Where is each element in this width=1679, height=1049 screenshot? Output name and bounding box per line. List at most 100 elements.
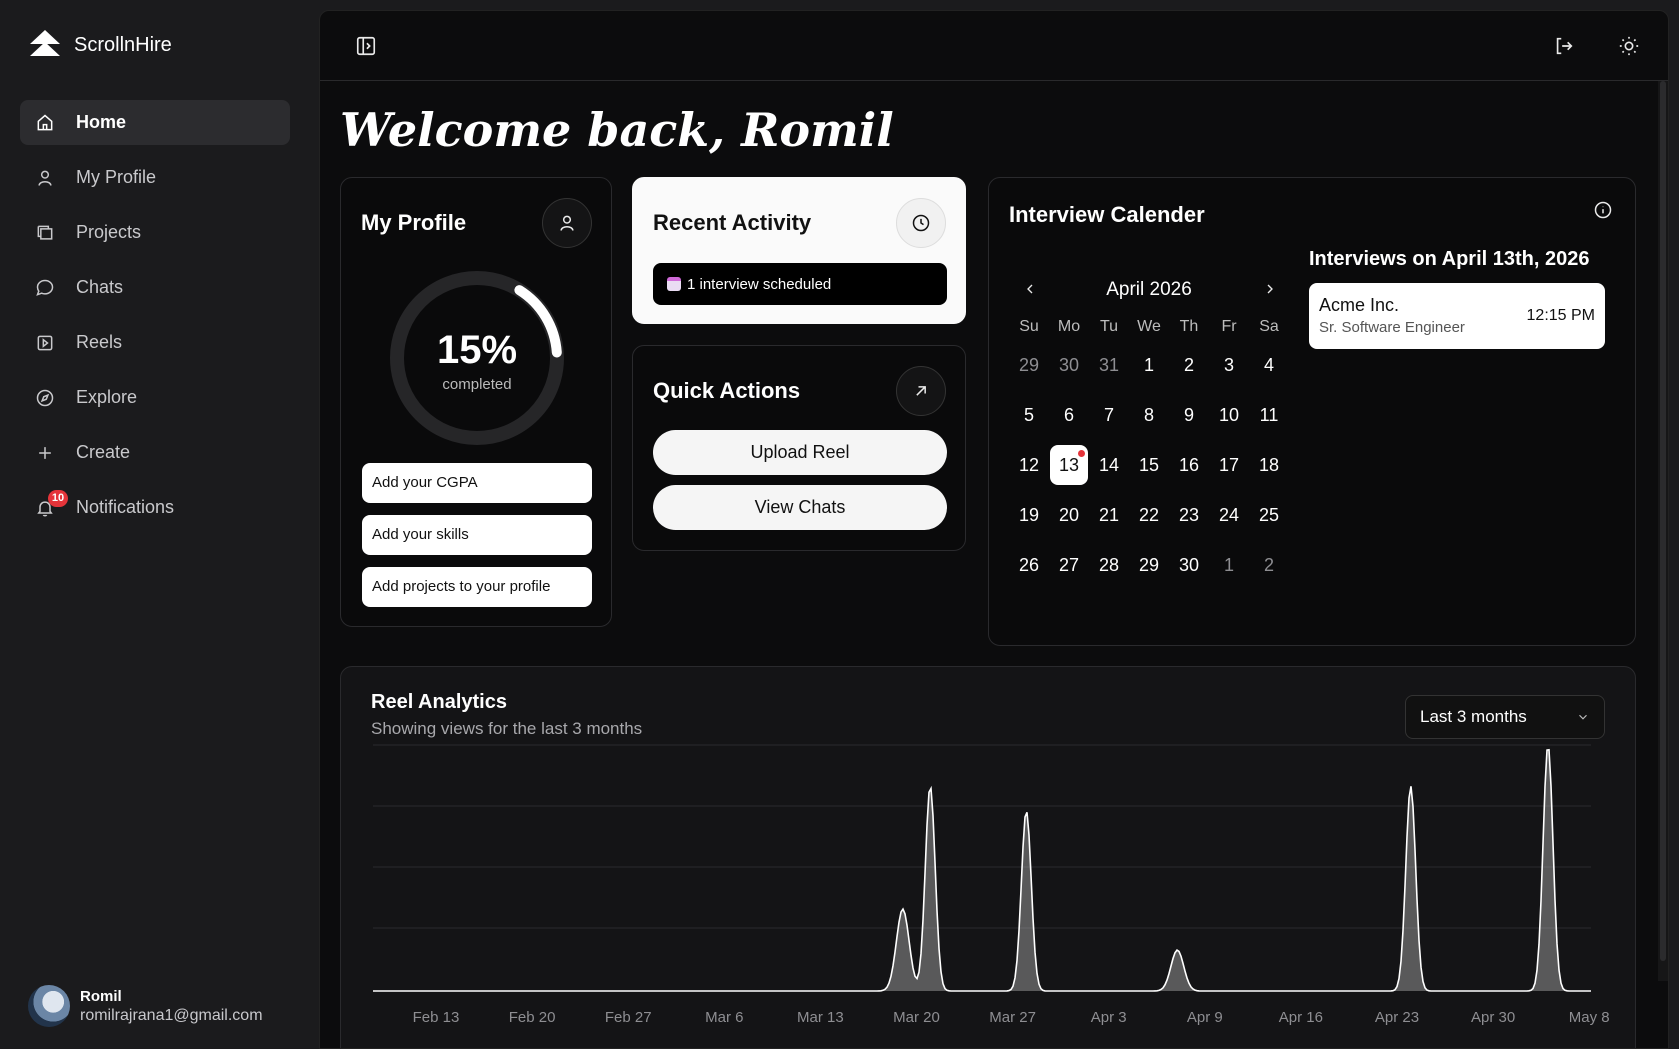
x-tick-label: Apr 23 [1375,1009,1419,1026]
clock-icon [912,214,930,232]
calendar-info-button[interactable] [1591,198,1615,222]
chat-icon [34,277,56,299]
weekday: Mo [1057,318,1081,335]
calendar-day[interactable]: 28 [1089,555,1129,576]
calendar-day[interactable]: 2 [1169,355,1209,376]
calendar-day[interactable]: 22 [1129,505,1169,526]
logout-button[interactable] [1551,33,1577,59]
calendar-grid: Su Mo Tu We Th Fr Sa 29 30 31 1 2 3 4 5 6 7 8 9 10 11… [1009,318,1289,590]
time-range-select[interactable]: Last 3 months [1405,695,1605,739]
theme-toggle-button[interactable] [1616,33,1642,59]
interview-role: Sr. Software Engineer [1319,319,1465,336]
calendar-day[interactable]: 5 [1009,405,1049,426]
calendar-day[interactable]: 1 [1129,355,1169,376]
calendar-day[interactable]: 30 [1169,555,1209,576]
calendar-day[interactable]: 26 [1009,555,1049,576]
calendar-day[interactable]: 14 [1089,455,1129,476]
calendar-day[interactable]: 7 [1089,405,1129,426]
reel-analytics-card: Reel Analytics Showing views for the las… [340,666,1636,1048]
calendar-day[interactable]: 30 [1049,355,1089,376]
sidebar-item-label: Explore [76,387,138,407]
task-add-cgpa[interactable]: Add your CGPA [362,463,592,503]
sidebar-nav: Home My Profile Projects Chats Reels Exp… [20,100,290,540]
scrollbar-thumb[interactable] [1660,81,1666,961]
calendar-day[interactable]: 18 [1249,455,1289,476]
time-range-value: Last 3 months [1420,707,1527,726]
views-chart: Feb 13 Feb 20 Feb 27 Mar 6 Mar 13 Mar 20 Mar 2… [361,737,1611,1027]
task-add-projects[interactable]: Add projects to your profile [362,567,592,607]
sidebar-item-home[interactable]: Home [20,100,290,145]
plus-icon [34,442,56,464]
sidebar-item-label: Projects [76,222,142,242]
topbar [320,11,1668,81]
user-account[interactable]: Romil romilrajrana1@gmail.com [28,985,263,1027]
calendar-day[interactable]: 13 [1050,445,1088,485]
calendar-day[interactable]: 19 [1009,505,1049,526]
calendar-day[interactable]: 4 [1249,355,1289,376]
calendar-day[interactable]: 25 [1249,505,1289,526]
x-tick-label: Feb 27 [605,1009,652,1026]
calendar-day[interactable]: 3 [1209,355,1249,376]
calendar-day[interactable]: 16 [1169,455,1209,476]
card-title: Recent Activity [653,210,812,235]
sidebar-toggle-button[interactable] [353,33,379,59]
weekday: We [1137,318,1161,335]
sidebar-item-chats[interactable]: Chats [20,265,290,310]
sidebar-item-create[interactable]: Create [20,430,290,475]
interview-item[interactable]: Acme Inc. Sr. Software Engineer 12:15 PM [1309,283,1605,349]
upload-reel-button[interactable]: Upload Reel [653,430,947,475]
calendar-day[interactable]: 6 [1049,405,1089,426]
quick-actions-open-button[interactable] [896,366,946,416]
user-email: romilrajrana1@gmail.com [80,1006,263,1024]
views-chart-svg: Feb 13 Feb 20 Feb 27 Mar 6 Mar 13 Mar 20 Mar 2… [373,744,1610,1026]
x-tick-label: Apr 9 [1187,1009,1223,1026]
weekday: Tu [1099,318,1119,335]
weekday: Su [1019,318,1039,335]
calendar-day[interactable]: 2 [1249,555,1289,576]
calendar-day[interactable]: 21 [1089,505,1129,526]
calendar-day[interactable]: 27 [1049,555,1089,576]
sidebar-item-my-profile[interactable]: My Profile [20,155,290,200]
analytics-subtitle: Showing views for the last 3 months [371,719,643,738]
user-icon [560,215,574,231]
calendar-next-button[interactable] [1257,276,1283,302]
scrollbar[interactable] [1658,81,1668,981]
calendar-day[interactable]: 31 [1089,355,1129,376]
sidebar-item-notifications[interactable]: 10 Notifications [20,485,290,530]
calendar-day[interactable]: 24 [1209,505,1249,526]
brand[interactable]: ScrollnHire [28,28,172,62]
calendar-week: 5 6 7 8 9 10 11 [1009,390,1289,440]
x-tick-label: Feb 20 [509,1009,556,1026]
user-icon [34,167,56,189]
calendar-day[interactable]: 20 [1049,505,1089,526]
sidebar-item-reels[interactable]: Reels [20,320,290,365]
sidebar-item-explore[interactable]: Explore [20,375,290,420]
sidebar-item-projects[interactable]: Projects [20,210,290,255]
profile-button[interactable] [542,198,592,248]
x-tick-label: Mar 13 [797,1009,844,1026]
activity-item[interactable]: 1 interview scheduled [653,263,947,305]
sidebar-item-label: Create [76,442,131,462]
calendar-week: 12 13 14 15 16 17 18 [1009,440,1289,490]
calendar-day[interactable]: 12 [1009,455,1049,476]
view-chats-button[interactable]: View Chats [653,485,947,530]
recent-activity-card: Recent Activity 1 interview scheduled [632,177,966,324]
calendar-day[interactable]: 29 [1009,355,1049,376]
calendar-day[interactable]: 9 [1169,405,1209,426]
compass-icon [34,387,56,409]
calendar-day[interactable]: 17 [1209,455,1249,476]
task-add-skills[interactable]: Add your skills [362,515,592,555]
page-title: Welcome back, Romil [340,103,894,157]
brand-name: ScrollnHire [74,33,172,56]
activity-history-button[interactable] [896,198,946,248]
calendar-day[interactable]: 23 [1169,505,1209,526]
calendar-day[interactable]: 11 [1249,405,1289,426]
calendar-day[interactable]: 29 [1129,555,1169,576]
x-tick-label: Mar 6 [705,1009,743,1026]
calendar-day[interactable]: 10 [1209,405,1249,426]
calendar-day[interactable]: 15 [1129,455,1169,476]
calendar-week: 26 27 28 29 30 1 2 [1009,540,1289,590]
x-tick-label: Mar 20 [893,1009,940,1026]
calendar-day[interactable]: 1 [1209,555,1249,576]
calendar-day[interactable]: 8 [1129,405,1169,426]
